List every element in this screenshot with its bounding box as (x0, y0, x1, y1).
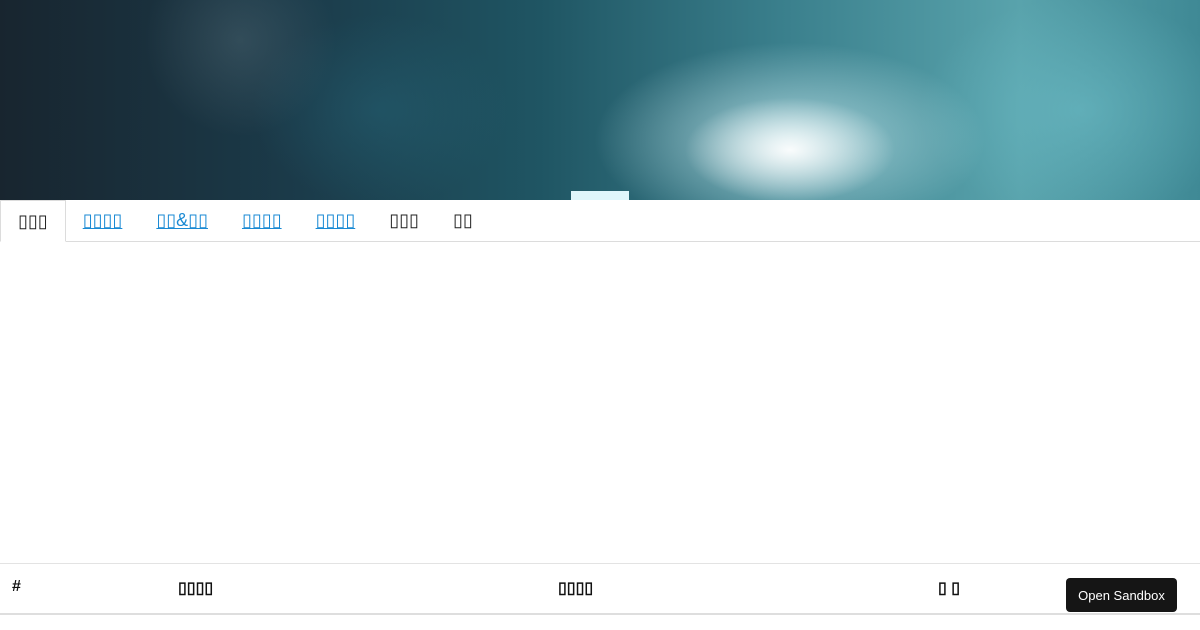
open-sandbox-button[interactable]: Open Sandbox (1066, 578, 1177, 612)
tab-5[interactable]: ▯▯▯▯ (299, 200, 373, 241)
tab-6[interactable]: ▯▯▯ (372, 200, 436, 241)
tab-1[interactable]: ▯▯▯ (0, 200, 66, 242)
column-header-2: ▯▯▯▯ (178, 580, 214, 597)
column-header-4: ▯ ▯ (938, 580, 961, 597)
hero-indicator (571, 191, 629, 200)
hero-banner (0, 0, 1200, 200)
column-header-index: # (12, 578, 21, 595)
column-header-3: ▯▯▯▯ (558, 580, 594, 597)
tab-3[interactable]: ▯▯&▯▯ (139, 200, 225, 241)
tab-2[interactable]: ▯▯▯▯ (66, 200, 140, 241)
tab-bar: ▯▯▯ ▯▯▯▯ ▯▯&▯▯ ▯▯▯▯ ▯▯▯▯ ▯▯▯ ▯▯ (0, 200, 1200, 242)
tab-7[interactable]: ▯▯ (436, 200, 490, 241)
tab-4[interactable]: ▯▯▯▯ (225, 200, 299, 241)
table-header-row: # ▯▯▯▯ ▯▯▯▯ ▯ ▯ (0, 563, 1200, 615)
